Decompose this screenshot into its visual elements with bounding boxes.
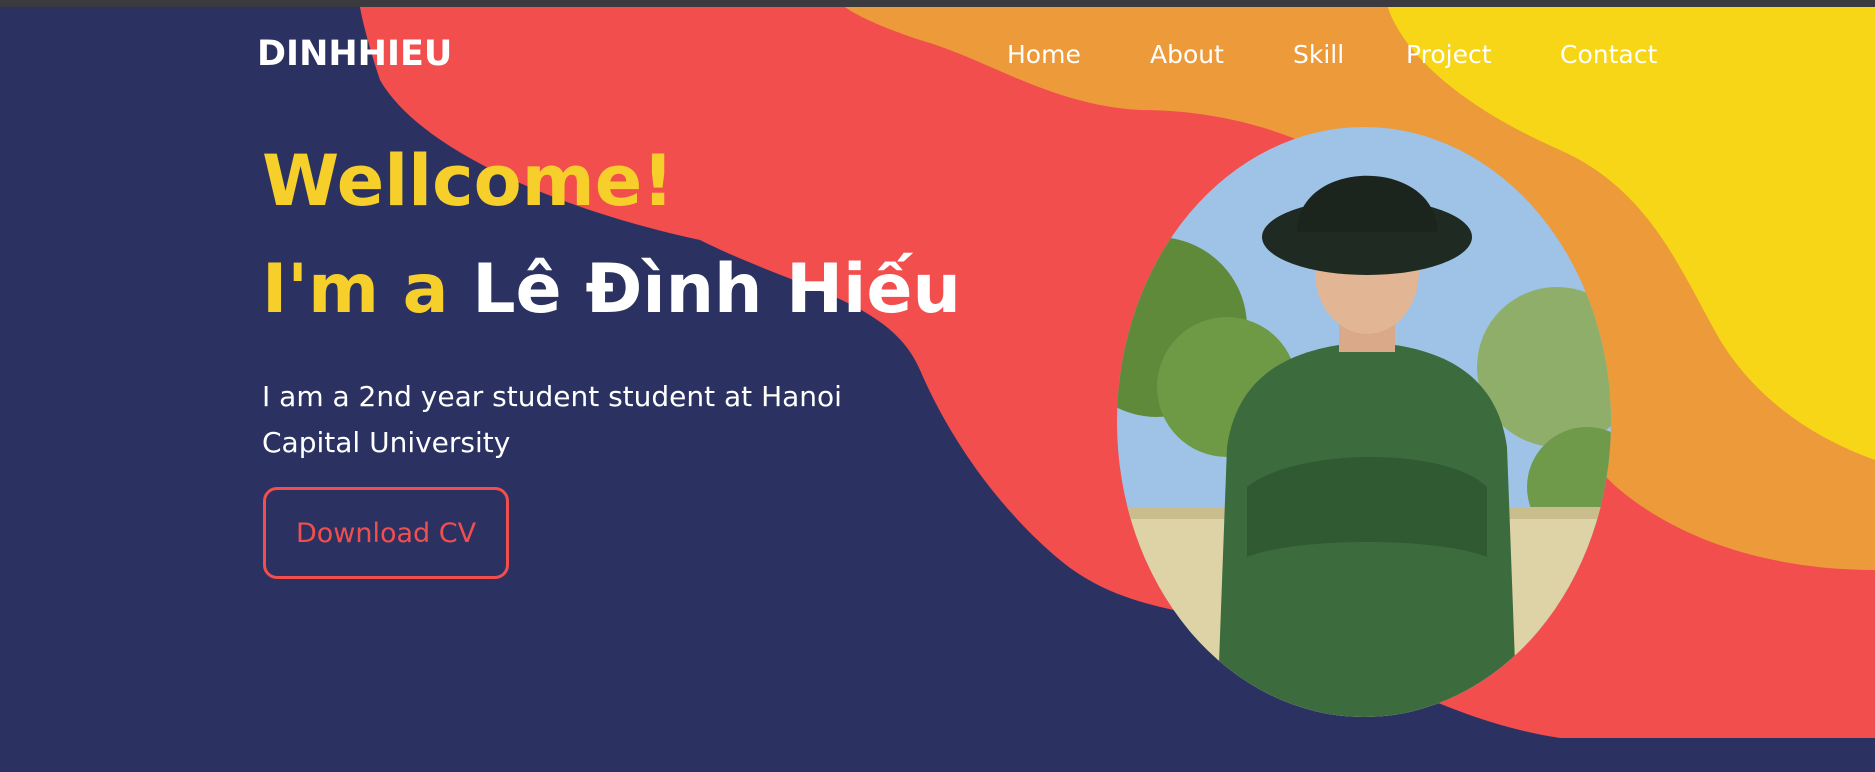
nav-item-about[interactable]: About bbox=[1150, 40, 1224, 69]
nav-item-contact[interactable]: Contact bbox=[1560, 40, 1657, 69]
hero-name: Lê Đình Hiếu bbox=[472, 250, 961, 329]
nav-item-project[interactable]: Project bbox=[1406, 40, 1492, 69]
hero-description: I am a 2nd year student student at Hanoi… bbox=[262, 380, 842, 459]
site-logo[interactable]: DINHHIEU bbox=[257, 34, 452, 74]
browser-top-strip bbox=[0, 0, 1875, 7]
nav-item-home[interactable]: Home bbox=[1007, 40, 1081, 69]
hero-intro-prefix: I'm a bbox=[262, 250, 473, 329]
hero-intro: I'm a Lê Đình Hiếu bbox=[262, 250, 961, 329]
download-cv-button[interactable]: Download CV bbox=[263, 487, 509, 579]
hero-greeting: Wellcome! bbox=[262, 140, 675, 222]
nav-item-skill[interactable]: Skill bbox=[1293, 40, 1344, 69]
profile-photo-illustration bbox=[1117, 127, 1611, 717]
profile-photo bbox=[1117, 127, 1611, 717]
